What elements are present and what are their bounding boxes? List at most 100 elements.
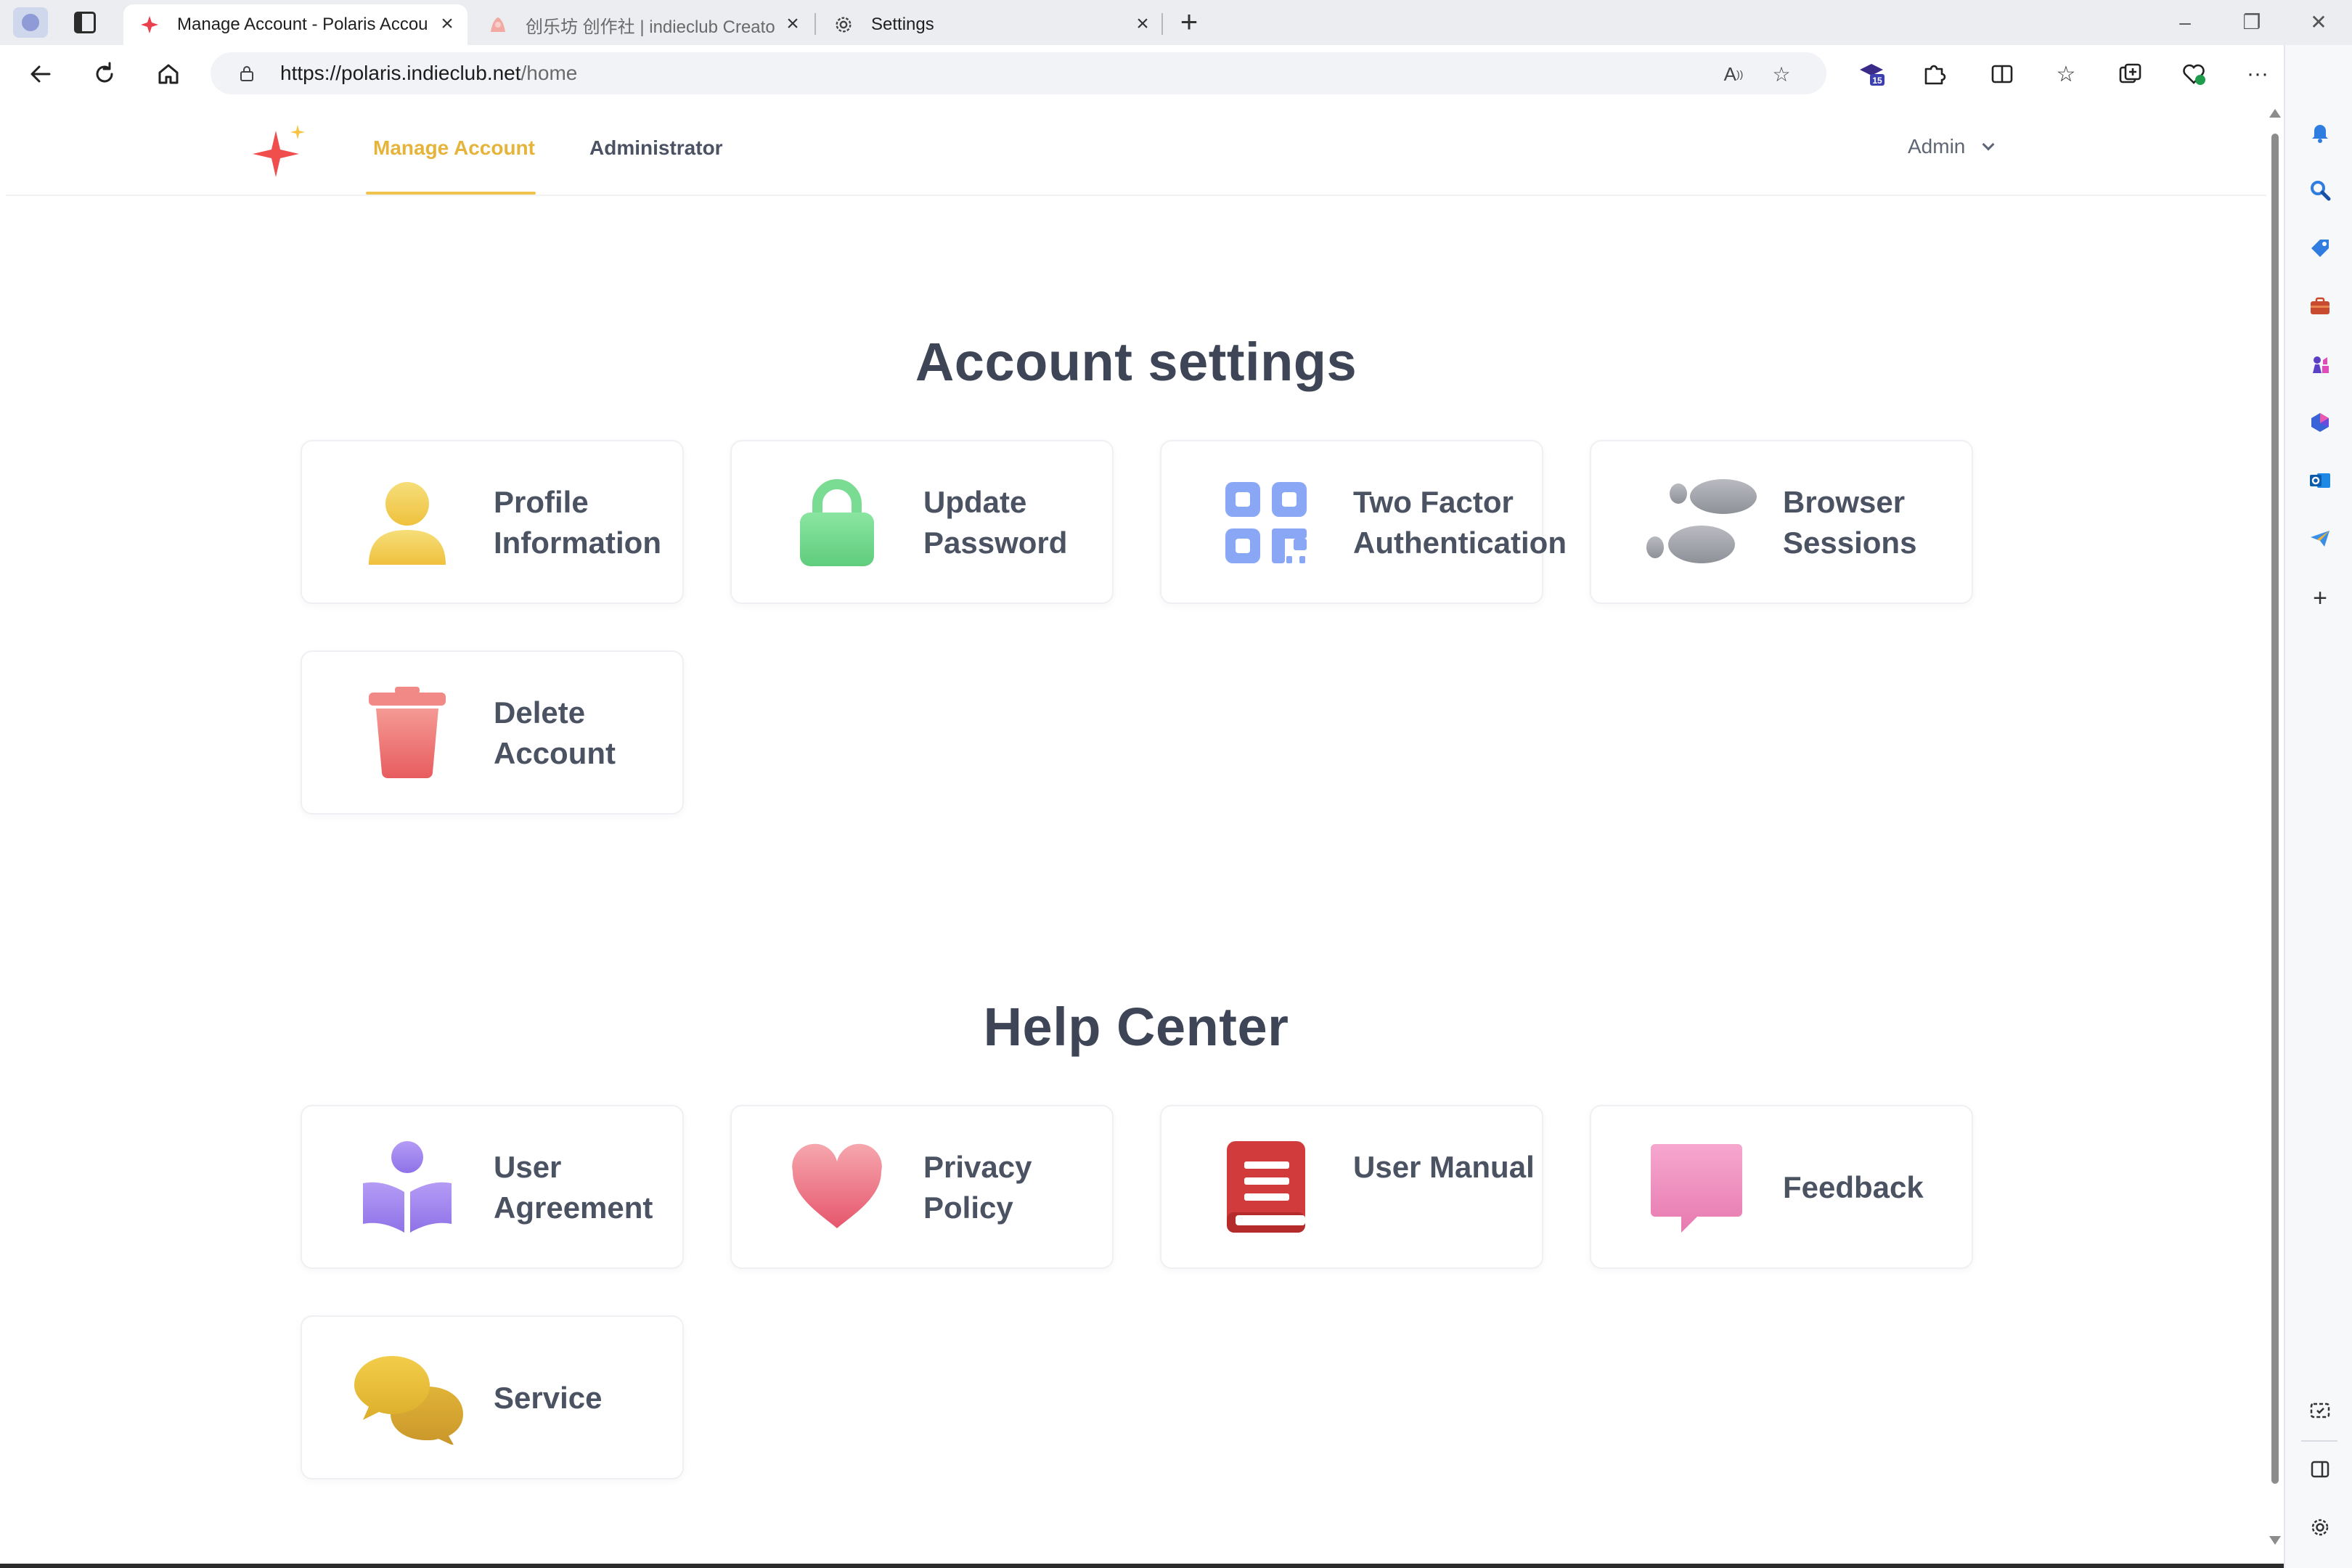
- notifications-bell-icon[interactable]: [2306, 118, 2335, 147]
- sidebar-divider: [2301, 1440, 2337, 1442]
- nav-manage-account[interactable]: Manage Account: [373, 136, 535, 160]
- chat-bubbles-icon: [354, 1356, 463, 1445]
- user-menu-dropdown[interactable]: Admin: [1908, 135, 1995, 158]
- shopping-tag-icon[interactable]: [2306, 234, 2335, 263]
- feedback-card[interactable]: Feedback: [1590, 1105, 1973, 1269]
- refresh-button[interactable]: [87, 57, 122, 91]
- restore-button[interactable]: ❐: [2230, 7, 2274, 39]
- site-header: Manage Account Administrator Admin: [6, 102, 2266, 196]
- address-bar[interactable]: https://polaris.indieclub.net/home A)) ☆: [211, 52, 1826, 94]
- two-factor-authentication-card[interactable]: Two Factor Authentication: [1160, 440, 1567, 604]
- add-sidebar-app-icon[interactable]: +: [2306, 584, 2335, 613]
- tab-divider: [1161, 13, 1163, 35]
- tools-briefcase-icon[interactable]: [2306, 292, 2335, 321]
- web-page: Manage Account Administrator Admin Accou…: [6, 102, 2266, 1564]
- games-chess-icon[interactable]: [2306, 350, 2335, 379]
- sidebar-settings-gear-icon[interactable]: [2306, 1513, 2335, 1542]
- browser-essentials-heart-icon[interactable]: [2179, 60, 2208, 89]
- card-label: Browser Sessions: [1783, 485, 1917, 560]
- screenshot-icon[interactable]: [2306, 1397, 2335, 1426]
- favorites-icon[interactable]: ☆: [2051, 60, 2081, 89]
- more-options-icon[interactable]: ···: [2243, 60, 2272, 89]
- browser-toolbar: https://polaris.indieclub.net/home A)) ☆…: [0, 45, 2352, 102]
- card-label: Update Password: [923, 485, 1068, 560]
- account-settings-heading: Account settings: [915, 332, 1357, 392]
- search-icon[interactable]: [2306, 176, 2335, 205]
- tab-title: Settings: [871, 15, 934, 34]
- card-label: User Agreement: [494, 1150, 653, 1225]
- url-path: /home: [520, 62, 578, 84]
- tab-close-icon[interactable]: ×: [783, 13, 803, 35]
- lock-icon[interactable]: [238, 65, 256, 82]
- indieclub-favicon-icon: [488, 15, 508, 35]
- scroll-up-arrow-icon[interactable]: [2269, 109, 2281, 118]
- qr-code-icon: [1225, 482, 1307, 563]
- card-label: Delete Account: [494, 695, 616, 770]
- polaris-favicon-icon: [139, 15, 160, 35]
- nav-active-indicator: [366, 192, 536, 195]
- split-screen-icon[interactable]: [1988, 60, 2017, 89]
- outlook-icon[interactable]: [2306, 466, 2335, 495]
- profile-information-card[interactable]: Profile Information: [301, 440, 684, 604]
- close-window-button[interactable]: ✕: [2297, 7, 2340, 39]
- edge-sidebar: +: [2284, 45, 2352, 1568]
- scroll-down-arrow-icon[interactable]: [2269, 1536, 2281, 1545]
- send-drop-icon[interactable]: [2306, 524, 2335, 553]
- trash-icon: [369, 687, 446, 778]
- tab-manage-account[interactable]: Manage Account - Polaris Accou ×: [123, 4, 467, 45]
- card-label: Two Factor Authentication: [1353, 485, 1567, 560]
- user-agreement-card[interactable]: User Agreement: [301, 1105, 684, 1269]
- hide-sidebar-icon[interactable]: [2306, 1455, 2335, 1484]
- delete-account-card[interactable]: Delete Account: [301, 650, 684, 814]
- service-card[interactable]: Service: [301, 1315, 684, 1479]
- tab-divider: [814, 13, 816, 35]
- tab-strip: Manage Account - Polaris Accou × 创乐坊 创作社…: [0, 0, 2352, 45]
- home-button[interactable]: [151, 57, 186, 91]
- tab-actions-icon[interactable]: [74, 12, 96, 33]
- settings-gear-icon: [833, 15, 854, 35]
- back-button[interactable]: [23, 57, 58, 91]
- collections-stack-icon[interactable]: [2115, 60, 2144, 89]
- footprints-icon: [1646, 479, 1757, 563]
- polaris-logo-icon[interactable]: [250, 123, 311, 184]
- favorite-star-icon[interactable]: ☆: [1770, 62, 1793, 86]
- new-tab-button[interactable]: +: [1173, 7, 1205, 39]
- tab-close-icon[interactable]: ×: [1132, 13, 1153, 35]
- read-aloud-icon[interactable]: A)): [1722, 62, 1745, 86]
- update-password-card[interactable]: Update Password: [730, 440, 1114, 604]
- card-label: User Manual: [1353, 1150, 1535, 1184]
- user-icon: [369, 482, 446, 565]
- tab-indieclub[interactable]: 创乐坊 创作社 | indieclub Creato ×: [472, 4, 813, 45]
- extensions-puzzle-icon[interactable]: [1919, 60, 1948, 89]
- tab-settings[interactable]: Settings ×: [817, 4, 1163, 45]
- collections-icon[interactable]: 15: [1857, 60, 1886, 89]
- tab-title: 创乐坊 创作社 | indieclub Creato: [526, 17, 775, 37]
- minimize-button[interactable]: –: [2163, 7, 2207, 39]
- chevron-down-icon: [1982, 138, 1995, 151]
- heart-icon: [792, 1143, 882, 1228]
- card-label: Feedback: [1783, 1170, 1924, 1204]
- window-bottom-edge: [0, 1564, 2284, 1568]
- page-scrollbar[interactable]: [2266, 102, 2284, 1564]
- scrollbar-thumb[interactable]: [2271, 134, 2279, 1484]
- user-menu-label: Admin: [1908, 135, 1966, 158]
- privacy-policy-card[interactable]: Privacy Policy: [730, 1105, 1114, 1269]
- profile-avatar[interactable]: [13, 7, 48, 38]
- tab-title: Manage Account - Polaris Accou: [177, 15, 428, 34]
- card-label: Privacy Policy: [923, 1150, 1032, 1225]
- reader-icon: [363, 1141, 452, 1233]
- card-label: Profile Information: [494, 485, 661, 560]
- nav-administrator[interactable]: Administrator: [589, 136, 723, 160]
- microsoft-365-icon[interactable]: [2306, 408, 2335, 437]
- user-manual-card[interactable]: User Manual: [1160, 1105, 1543, 1269]
- chat-bubble-icon: [1651, 1144, 1742, 1233]
- url-host: https://polaris.indieclub.net: [280, 62, 521, 84]
- card-label: Service: [494, 1381, 603, 1415]
- tab-close-icon[interactable]: ×: [437, 13, 457, 35]
- help-center-heading: Help Center: [983, 997, 1289, 1057]
- svg-text:15: 15: [1872, 75, 1882, 86]
- url-text[interactable]: https://polaris.indieclub.net/home: [280, 62, 577, 85]
- browser-sessions-card[interactable]: Browser Sessions: [1590, 440, 1973, 604]
- lock-icon: [800, 479, 874, 566]
- book-icon: [1227, 1141, 1305, 1233]
